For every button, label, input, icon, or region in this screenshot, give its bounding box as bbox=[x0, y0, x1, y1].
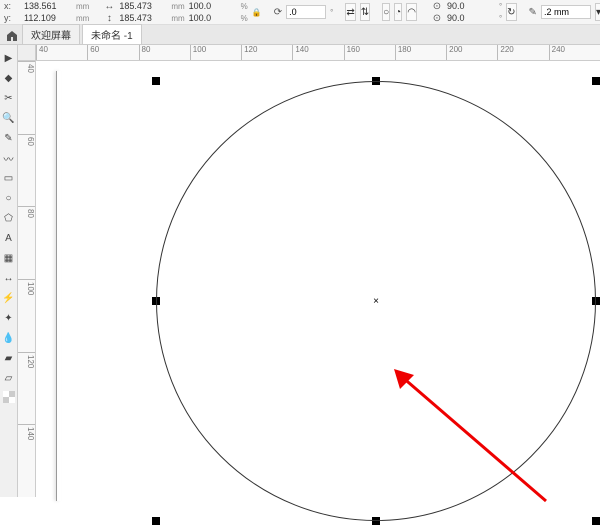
arc-type-button[interactable]: ◠ bbox=[406, 3, 417, 21]
size-w-unit: mm bbox=[171, 2, 184, 11]
pos-x-unit: mm bbox=[76, 2, 89, 11]
selection-handle-ne[interactable] bbox=[592, 77, 600, 85]
arc-start-value[interactable]: 90.0 bbox=[447, 1, 497, 11]
rotation-input[interactable] bbox=[286, 5, 326, 19]
property-bar-row1: x: 138.561 mm y: 112.109 mm ↔ 185.473 mm… bbox=[0, 0, 600, 25]
pos-y-value[interactable]: 112.109 bbox=[24, 13, 74, 23]
size-h-value[interactable]: 185.473 bbox=[119, 13, 169, 23]
ellipse-type-button[interactable]: ○ bbox=[382, 3, 390, 21]
toolbox: ▶ ◆ ✂ 🔍 ✎ 〰 ▭ ○ ⬠ A ▦ ↔ ⚡ ✦ 💧 ▰ ▱ bbox=[0, 45, 18, 497]
ruler-v-tick: 100 bbox=[18, 279, 35, 352]
size-group: ↔ 185.473 mm ↕ 185.473 mm bbox=[101, 0, 184, 24]
arc-direction-button[interactable]: ↻ bbox=[506, 3, 516, 21]
ruler-h-tick: 180 bbox=[395, 45, 446, 60]
ruler-h-tick: 160 bbox=[344, 45, 395, 60]
size-w-value[interactable]: 185.473 bbox=[119, 1, 169, 11]
ruler-h-tick: 80 bbox=[139, 45, 190, 60]
scale-group: 100.0 % 100.0 % bbox=[189, 0, 248, 24]
arc-start-unit: ° bbox=[499, 2, 502, 11]
scale-y-value[interactable]: 100.0 bbox=[189, 13, 239, 23]
pos-y-label: y: bbox=[4, 13, 22, 23]
outline-pen-icon: ✎ bbox=[529, 4, 537, 20]
ruler-h-tick: 120 bbox=[241, 45, 292, 60]
pick-tool[interactable]: ▶ bbox=[2, 51, 16, 65]
eyedrop-tool[interactable]: 💧 bbox=[2, 331, 16, 345]
mirror-v-button[interactable]: ⇅ bbox=[360, 3, 370, 21]
selection-handle-nw[interactable] bbox=[152, 77, 160, 85]
lock-icon: 🔒 bbox=[252, 8, 262, 17]
scale-y-unit: % bbox=[241, 14, 248, 23]
connector-tool[interactable]: ⚡ bbox=[2, 291, 16, 305]
ruler-v-tick: 40 bbox=[18, 61, 35, 134]
shape-tool[interactable]: ◆ bbox=[2, 71, 16, 85]
pos-x-value[interactable]: 138.561 bbox=[24, 1, 74, 11]
document-tab-bar: 欢迎屏幕 未命名 -1 bbox=[0, 25, 600, 45]
ruler-h-tick: 140 bbox=[292, 45, 343, 60]
ruler-v-tick: 60 bbox=[18, 134, 35, 207]
workspace: ▶ ◆ ✂ 🔍 ✎ 〰 ▭ ○ ⬠ A ▦ ↔ ⚡ ✦ 💧 ▰ ▱ 40 60 … bbox=[0, 45, 600, 497]
outline-tool[interactable]: ▱ bbox=[2, 371, 16, 385]
text-tool[interactable]: A bbox=[2, 231, 16, 245]
home-icon[interactable] bbox=[4, 28, 20, 44]
arc-angles-group: ⊙ 90.0 ° ⊙ 90.0 ° bbox=[429, 0, 502, 24]
pos-y-unit: mm bbox=[76, 14, 89, 23]
arc-end-icon: ⊙ bbox=[429, 10, 445, 26]
tab-welcome[interactable]: 欢迎屏幕 bbox=[22, 24, 80, 44]
canvas-area: 40 60 80 100 120 140 160 180 200 220 240… bbox=[18, 45, 600, 497]
arc-end-unit: ° bbox=[499, 14, 502, 23]
ellipse-tool[interactable]: ○ bbox=[2, 191, 16, 205]
horizontal-ruler[interactable]: 40 60 80 100 120 140 160 180 200 220 240 bbox=[36, 45, 600, 61]
ellipse-object[interactable] bbox=[156, 81, 596, 521]
ruler-h-tick: 40 bbox=[36, 45, 87, 60]
outline-dropdown[interactable]: ▾ bbox=[595, 3, 600, 21]
ruler-v-tick: 140 bbox=[18, 424, 35, 497]
effects-tool[interactable]: ✦ bbox=[2, 311, 16, 325]
smart-tool[interactable]: 〰 bbox=[2, 151, 16, 165]
outline-width-input[interactable] bbox=[541, 5, 591, 19]
ruler-h-tick: 100 bbox=[190, 45, 241, 60]
pie-type-button[interactable]: ◔ bbox=[394, 3, 402, 21]
freehand-tool[interactable]: ✎ bbox=[2, 131, 16, 145]
position-group: x: 138.561 mm y: 112.109 mm bbox=[4, 0, 89, 24]
pos-x-label: x: bbox=[4, 1, 22, 11]
ruler-h-tick: 220 bbox=[497, 45, 548, 60]
rotation-unit: ° bbox=[330, 8, 333, 17]
dimension-tool[interactable]: ↔ bbox=[2, 271, 16, 285]
scale-x-value[interactable]: 100.0 bbox=[189, 1, 239, 11]
zoom-tool[interactable]: 🔍 bbox=[2, 111, 16, 125]
rectangle-tool[interactable]: ▭ bbox=[2, 171, 16, 185]
rotation-icon: ⟳ bbox=[274, 4, 282, 20]
ruler-v-tick: 80 bbox=[18, 206, 35, 279]
polygon-tool[interactable]: ⬠ bbox=[2, 211, 16, 225]
selection-handle-sw[interactable] bbox=[152, 517, 160, 525]
page-edge bbox=[56, 71, 61, 501]
ruler-corner bbox=[18, 45, 36, 61]
checker-icon[interactable] bbox=[3, 391, 15, 403]
ruler-h-tick: 60 bbox=[87, 45, 138, 60]
arc-end-value[interactable]: 90.0 bbox=[447, 13, 497, 23]
ruler-h-tick: 240 bbox=[549, 45, 600, 60]
table-tool[interactable]: ▦ bbox=[2, 251, 16, 265]
ruler-h-tick: 200 bbox=[446, 45, 497, 60]
mirror-h-button[interactable]: ⇄ bbox=[345, 3, 355, 21]
fill-tool[interactable]: ▰ bbox=[2, 351, 16, 365]
lock-ratio[interactable]: 🔒 bbox=[252, 8, 262, 17]
tab-untitled[interactable]: 未命名 -1 bbox=[82, 24, 142, 44]
selection-handle-se[interactable] bbox=[592, 517, 600, 525]
vertical-ruler[interactable]: 40 60 80 100 120 140 bbox=[18, 61, 36, 497]
size-h-unit: mm bbox=[171, 14, 184, 23]
ruler-v-tick: 120 bbox=[18, 352, 35, 425]
crop-tool[interactable]: ✂ bbox=[2, 91, 16, 105]
canvas[interactable]: × bbox=[36, 61, 600, 497]
scale-x-unit: % bbox=[241, 2, 248, 11]
